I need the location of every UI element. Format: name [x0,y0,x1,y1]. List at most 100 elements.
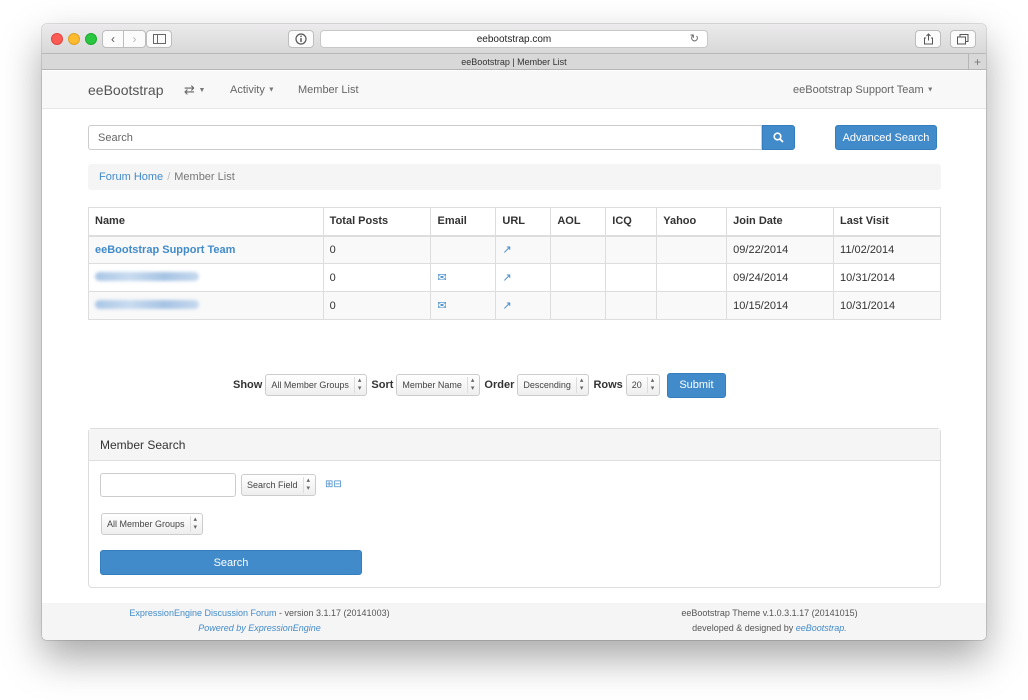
join-date-cell: 09/22/2014 [726,235,835,264]
back-button[interactable]: ‹ [102,30,124,48]
brand-link[interactable]: eeBootstrap [88,82,164,98]
search-input[interactable]: Search [88,125,762,150]
icq-cell [605,263,658,292]
col-header-url[interactable]: URL [495,207,552,237]
user-menu-label: eeBootstrap Support Team [793,84,924,96]
envelope-icon[interactable]: ✉ [437,272,446,284]
email-cell: ✉ [430,291,497,320]
sidebar-toggle-button[interactable] [146,30,172,48]
search-placeholder: Search [98,131,133,144]
rows-label: Rows [593,379,623,391]
col-header-email[interactable]: Email [430,207,497,237]
external-link-icon[interactable]: ↗ [502,244,511,256]
address-bar[interactable]: eebootstrap.com ↻ [320,30,708,48]
last-visit-cell: 10/31/2014 [833,291,941,320]
chevron-left-icon: ‹ [111,32,115,46]
show-label: Show [233,379,263,391]
browser-window: ‹ › eebootstrap.com ↻ eeBootstrap | Memb… [42,24,986,640]
blurred-member-name-link[interactable] [95,271,199,281]
col-header-total-posts[interactable]: Total Posts [322,207,432,237]
member-search-panel: Member Search Search Field ▴ ▾ ⊞⊟ All Memb… [88,428,941,588]
order-label: Order [484,379,515,391]
order-select[interactable]: Descending ▴ ▾ [517,374,590,396]
url-cell: ↗ [495,263,552,292]
col-header-name[interactable]: Name [88,207,324,237]
order-select-value: Descending [523,380,571,390]
blurred-member-name-link[interactable] [95,299,199,309]
member-search-button[interactable]: Search [100,550,362,575]
footer-developed-by: developed & designed by [692,623,796,633]
show-select-value: All Member Groups [271,380,349,390]
url-cell: ↗ [495,235,552,264]
show-select[interactable]: All Member Groups ▴ ▾ [265,374,368,396]
col-header-last-visit[interactable]: Last Visit [833,207,941,237]
member-groups-value: All Member Groups [107,519,185,529]
web-page: eeBootstrap ⇄ ▼ Activity ▼ Member List e… [42,71,986,640]
minus-square-icon[interactable]: ⊟ [333,479,341,490]
footer-right: eeBootstrap Theme v.1.0.3.1.17 (20141015… [552,603,986,636]
search-field-select[interactable]: Search Field ▴ ▾ [241,474,317,496]
forward-button[interactable]: › [124,30,146,48]
table-row: 0 ✉ ↗ 09/24/2014 10/31/2014 [88,263,941,292]
new-tab-plus-icon[interactable]: + [968,54,986,69]
col-header-aol[interactable]: AOL [550,207,607,237]
member-name-link[interactable]: eeBootstrap Support Team [95,244,235,256]
caret-down-icon: ▼ [198,87,206,95]
select-arrows-icon: ▴ ▾ [575,377,583,393]
select-arrows-icon: ▴ ▾ [302,477,310,493]
share-button[interactable] [915,30,941,48]
breadcrumb-forum-home[interactable]: Forum Home [99,171,163,183]
email-cell: ✉ [430,263,497,292]
minimize-window-button[interactable] [68,33,80,45]
submit-button[interactable]: Submit [667,372,726,398]
envelope-icon[interactable]: ✉ [437,300,446,312]
tab-title[interactable]: eeBootstrap | Member List [461,57,566,67]
select-arrows-icon: ▴ ▾ [646,377,654,393]
total-posts-cell: 0 [322,291,432,320]
search-icon [773,132,784,143]
external-link-icon[interactable]: ↗ [502,300,511,312]
footer-version: - version 3.1.17 (20141003) [276,608,390,618]
rows-select-value: 20 [631,380,642,390]
url-cell: ↗ [495,291,552,320]
user-menu-dropdown[interactable]: eeBootstrap Support Team ▼ [793,84,934,96]
advanced-search-button[interactable]: Advanced Search [835,125,937,150]
footer-left: ExpressionEngine Discussion Forum - vers… [42,603,477,636]
member-search-input[interactable] [100,473,236,497]
nav-member-list[interactable]: Member List [298,84,359,96]
title-bar: ‹ › eebootstrap.com ↻ [42,24,986,54]
yahoo-cell [656,291,728,320]
footer-powered-link[interactable]: Powered by ExpressionEngine [198,623,321,633]
external-link-icon[interactable]: ↗ [502,272,511,284]
sidebar-icon [152,34,166,44]
rows-select[interactable]: 20 ▴ ▾ [625,374,661,396]
sort-select[interactable]: Member Name ▴ ▾ [396,374,481,396]
aol-cell [550,263,607,292]
col-header-icq[interactable]: ICQ [605,207,658,237]
table-row: 0 ✉ ↗ 10/15/2014 10/31/2014 [88,291,941,320]
zoom-window-button[interactable] [85,33,97,45]
aol-cell [550,291,607,320]
close-window-button[interactable] [51,33,63,45]
search-button[interactable] [762,125,795,150]
col-header-join-date[interactable]: Join Date [726,207,835,237]
select-arrows-icon: ▴ ▾ [189,516,197,532]
member-groups-select[interactable]: All Member Groups ▴ ▾ [101,513,204,535]
footer-theme-version: eeBootstrap Theme v.1.0.3.1.17 (20141015… [681,608,858,618]
switch-arrows-icon[interactable]: ⇄ ▼ [184,82,205,98]
icq-cell [605,291,658,320]
yahoo-cell [656,263,728,292]
reload-icon[interactable]: ↻ [690,32,699,45]
select-arrows-icon: ▴ ▾ [466,377,474,393]
nav-activity-label: Activity [230,84,265,96]
col-header-yahoo[interactable]: Yahoo [656,207,728,237]
reader-button[interactable] [288,30,314,48]
sort-select-value: Member Name [402,380,462,390]
nav-activity-dropdown[interactable]: Activity ▼ [230,84,275,96]
footer-eebootstrap-link[interactable]: eeBootstrap. [796,623,847,633]
join-date-cell: 09/24/2014 [726,263,835,292]
footer-forum-link[interactable]: ExpressionEngine Discussion Forum [129,608,276,618]
show-tabs-button[interactable] [950,30,976,48]
list-controls: Show All Member Groups ▴ ▾ Sort Member Nam… [233,372,726,398]
total-posts-cell: 0 [322,235,432,264]
